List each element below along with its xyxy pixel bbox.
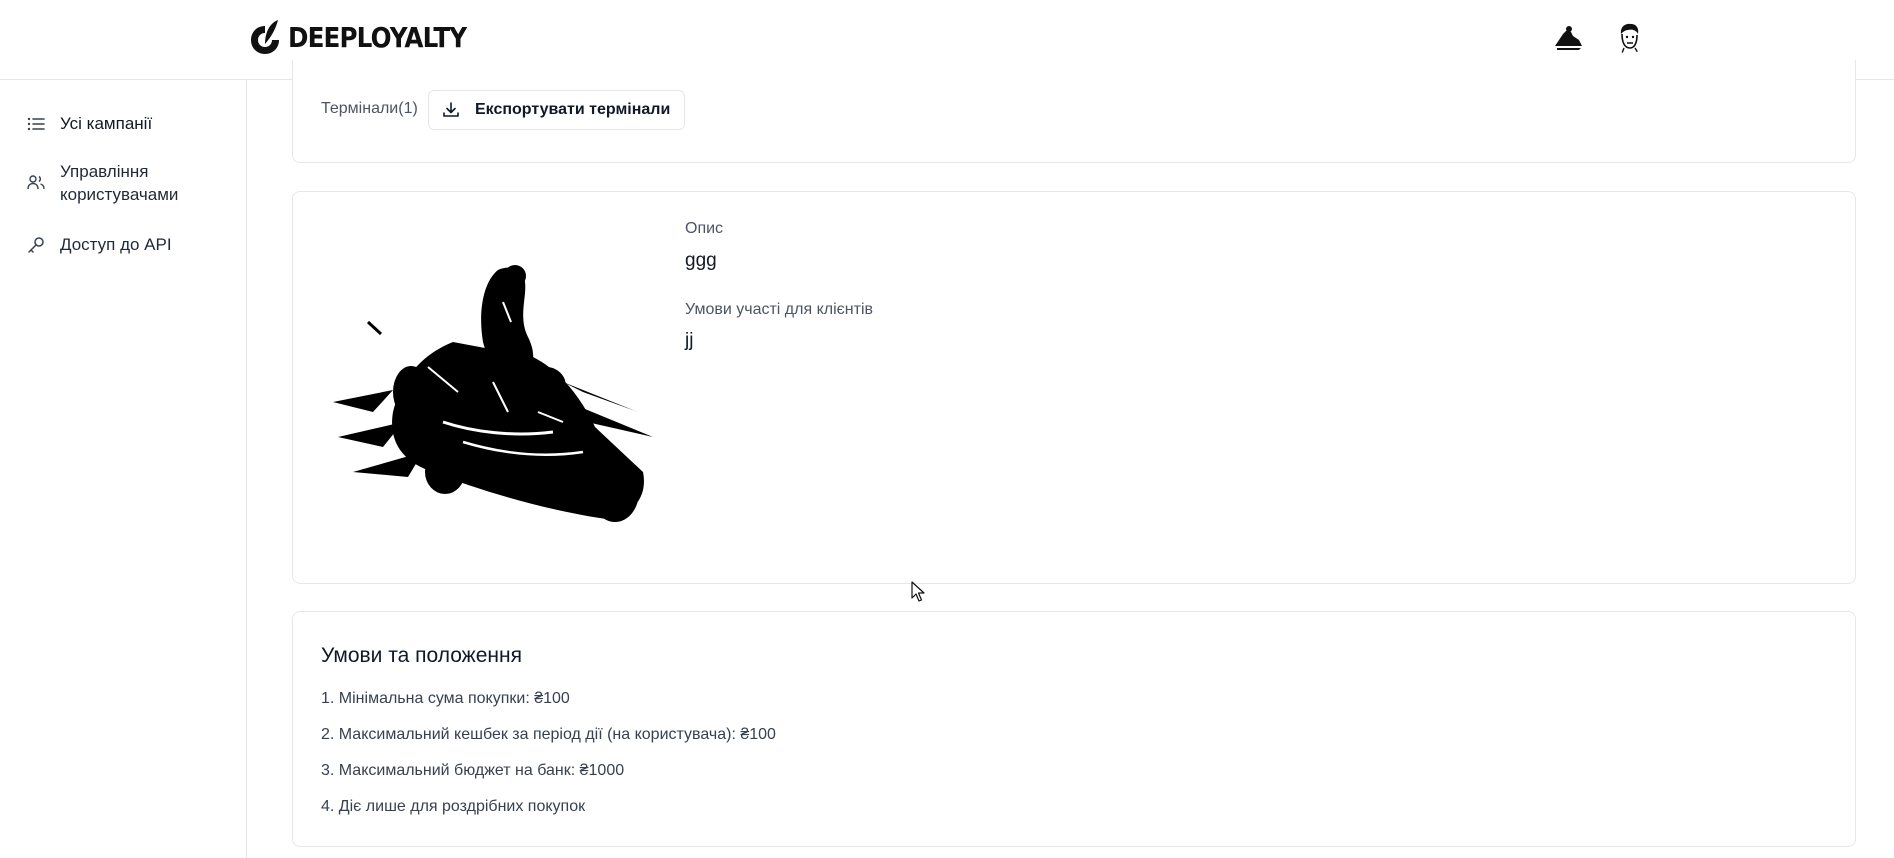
logo-mark-icon bbox=[251, 20, 279, 54]
list-icon bbox=[27, 117, 45, 131]
sidebar: Усі кампанії Управління користувачами До… bbox=[0, 80, 247, 858]
description-label: Опис bbox=[685, 220, 724, 237]
terminals-count-label: Термінали(1) bbox=[321, 100, 418, 117]
conditions-value: jj bbox=[685, 330, 694, 351]
terms-card: Умови та положення 1. Мінімальна сума по… bbox=[292, 611, 1856, 847]
terms-title: Умови та положення bbox=[321, 644, 522, 667]
export-terminals-button[interactable]: Експортувати термінали bbox=[428, 90, 686, 130]
sidebar-item-user-management[interactable]: Управління користувачами bbox=[26, 160, 210, 206]
key-icon bbox=[28, 237, 44, 253]
logo-text: DEEPLOYALTY bbox=[288, 20, 467, 54]
go-kart-avatar-icon bbox=[1555, 26, 1582, 50]
sidebar-item-all-campaigns[interactable]: Усі кампанії bbox=[26, 112, 210, 135]
sidebar-item-label: Управління користувачами bbox=[60, 162, 179, 204]
export-button-label: Експортувати термінали bbox=[475, 101, 671, 118]
description-value: ggg bbox=[685, 250, 717, 271]
terms-item: 4. Діє лише для роздрібних покупок bbox=[321, 798, 586, 815]
sidebar-item-label: Доступ до API bbox=[60, 235, 172, 254]
users-icon bbox=[27, 175, 45, 190]
conditions-label: Умови участі для клієнтів bbox=[685, 301, 874, 318]
go-kart-image bbox=[333, 265, 653, 522]
terms-item: 2. Максимальний кешбек за період дії (на… bbox=[321, 726, 776, 743]
workspace-avatar[interactable] bbox=[1551, 20, 1585, 54]
mouse-cursor-icon bbox=[911, 581, 925, 602]
user-face-icon bbox=[1620, 23, 1639, 54]
sidebar-item-label: Усі кампанії bbox=[60, 114, 153, 133]
user-avatar[interactable] bbox=[1612, 20, 1646, 54]
logo[interactable]: DEEPLOYALTY bbox=[248, 18, 491, 56]
download-icon bbox=[443, 102, 459, 117]
campaign-description-card: Опис ggg Умови участі для клієнтів jj bbox=[292, 191, 1856, 584]
sidebar-item-api-access[interactable]: Доступ до API bbox=[26, 233, 210, 256]
terms-item: 1. Мінімальна сума покупки: ₴100 bbox=[321, 690, 570, 707]
terms-item: 3. Максимальний бюджет на банк: ₴1000 bbox=[321, 762, 625, 779]
terminals-card: Термінали(1) Експортувати термінали bbox=[292, 60, 1856, 163]
